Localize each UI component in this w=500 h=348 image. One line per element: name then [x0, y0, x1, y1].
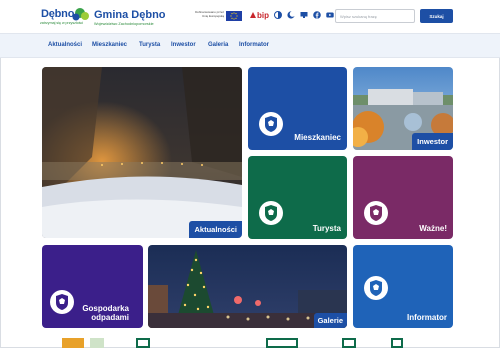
coat-of-arms-icon [364, 201, 388, 225]
tile-wazne-label: Ważne! [419, 224, 447, 233]
shortcut-icon-5[interactable] [342, 338, 356, 348]
coat-of-arms-icon [50, 290, 74, 314]
tile-turysta[interactable]: Turysta [248, 156, 347, 239]
shortcut-icon-1[interactable] [62, 338, 84, 348]
youtube-icon[interactable] [326, 11, 334, 19]
tile-inwestor-label: Inwestor [412, 133, 453, 150]
logo-wordmark[interactable]: Dębno [41, 8, 74, 20]
shortcut-icon-3[interactable] [136, 338, 150, 348]
tile-galerie-label: Galerie [313, 313, 347, 328]
tile-gospodarka-label-line2: odpadami [91, 313, 129, 322]
tile-aktualnosci-label: Aktualności [189, 221, 242, 238]
tile-aktualnosci[interactable]: Aktualności [42, 67, 242, 238]
main-nav: Aktualności Mieszkaniec Turysta Inwestor… [0, 33, 500, 58]
nav-item-inwestor[interactable]: Inwestor [171, 42, 196, 48]
search-input[interactable] [335, 9, 415, 23]
nav-item-aktualnosci[interactable]: Aktualności [48, 42, 82, 48]
facebook-icon[interactable] [313, 11, 321, 19]
moon-icon[interactable] [287, 11, 295, 19]
coat-of-arms-icon [259, 201, 283, 225]
site-subtitle: Województwo Zachodniopomorskie [94, 22, 154, 26]
bip-link[interactable]: bip [257, 11, 269, 20]
shortcut-icon-4[interactable] [266, 338, 298, 348]
search-button[interactable]: Szukaj [420, 9, 453, 23]
tile-gospodarka-odpadami[interactable]: Gospodarka odpadami [42, 245, 143, 328]
tile-wazne[interactable]: Ważne! [353, 156, 453, 239]
tile-mieszkaniec-label: Mieszkaniec [294, 133, 341, 142]
coat-of-arms-icon [259, 112, 283, 136]
coat-of-arms-icon [364, 276, 388, 300]
eu-flag-icon[interactable] [226, 11, 242, 21]
shortcut-icon-6[interactable] [391, 338, 403, 348]
tile-mieszkaniec[interactable]: Mieszkaniec [248, 67, 347, 150]
tile-informator[interactable]: Informator [353, 245, 453, 328]
eu-funding-text: Dofinansowano przez Unię Europejską [195, 10, 224, 18]
tile-galerie[interactable]: Galerie [148, 245, 347, 328]
tile-informator-label: Informator [407, 313, 447, 322]
tile-gospodarka-label-line1: Gospodarka [82, 304, 129, 313]
nav-item-mieszkaniec[interactable]: Mieszkaniec [92, 42, 127, 48]
logo-tagline: zatrzymaj się w przyszłości [40, 21, 84, 25]
contrast-icon[interactable] [274, 11, 282, 19]
tile-inwestor[interactable]: Inwestor [353, 67, 453, 150]
site-title[interactable]: Gmina Dębno [94, 9, 166, 21]
nav-item-galeria[interactable]: Galeria [208, 42, 228, 48]
nav-item-turysta[interactable]: Turysta [139, 42, 160, 48]
winter-lake-photo [42, 67, 242, 238]
bip-icon [250, 12, 256, 18]
header: Dębno zatrzymaj się w przyszłości Gmina … [0, 0, 500, 33]
desktop-icon[interactable] [300, 11, 308, 19]
nav-item-informator[interactable]: Informator [239, 42, 269, 48]
shortcut-icon-2[interactable] [90, 338, 104, 348]
tile-turysta-label: Turysta [312, 224, 341, 233]
